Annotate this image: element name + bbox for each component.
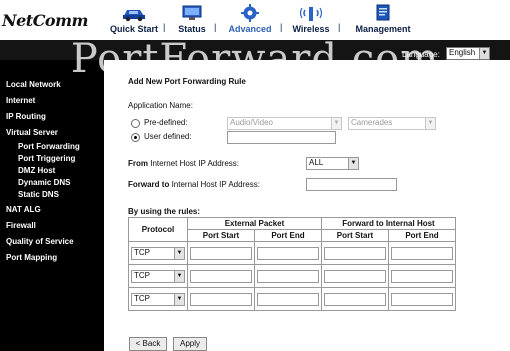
ext-port-start-input[interactable] <box>190 247 252 260</box>
predefined-category-select[interactable]: Audio/Video ▼ <box>227 117 342 130</box>
table-row: TCP ▼ <box>128 287 456 311</box>
predefined-app-select[interactable]: Camerades ▼ <box>348 117 436 130</box>
sidebar-item-port-mapping[interactable]: Port Mapping <box>6 253 57 262</box>
forward-ip-input[interactable] <box>306 178 397 191</box>
rules-table: Protocol External Packet Forward to Inte… <box>128 217 456 311</box>
nav-separator: | <box>338 22 341 32</box>
protocol-select[interactable]: TCP ▼ <box>131 247 185 260</box>
apply-button[interactable]: Apply <box>173 337 207 351</box>
monitor-icon <box>182 5 202 20</box>
internal-host-header: Forward to Internal Host <box>321 217 456 230</box>
sidebar-item-internet[interactable]: Internet <box>6 96 35 105</box>
sidebar-item-quality-of-service[interactable]: Quality of Service <box>6 237 74 246</box>
table-row: TCP ▼ <box>128 264 456 288</box>
chevron-down-icon: ▼ <box>174 248 184 259</box>
ext-port-start-input[interactable] <box>190 270 252 283</box>
back-button[interactable]: < Back <box>129 337 167 351</box>
sidebar-item-local-network[interactable]: Local Network <box>6 80 61 89</box>
nav-management[interactable]: Management <box>352 4 414 34</box>
ext-port-end-input[interactable] <box>257 293 319 306</box>
chevron-down-icon: ▼ <box>479 48 489 59</box>
int-port-start-input[interactable] <box>324 247 386 260</box>
forward-ip-label: Forward to Internal Host IP Address: <box>128 180 260 189</box>
protocol-select[interactable]: TCP ▼ <box>131 293 185 306</box>
sidebar-item-dynamic-dns[interactable]: Dynamic DNS <box>18 178 70 187</box>
chevron-down-icon: ▼ <box>425 118 435 129</box>
wireless-icon <box>299 7 323 21</box>
protocol-select[interactable]: TCP ▼ <box>131 270 185 283</box>
chevron-down-icon: ▼ <box>348 158 358 169</box>
ext-port-end-header: Port End <box>254 229 322 242</box>
user-defined-radio[interactable] <box>131 133 140 142</box>
ext-port-start-header: Port Start <box>187 229 255 242</box>
sidebar: Local Network Internet IP Routing Virtua… <box>0 60 104 351</box>
app-name-label: Application Name: <box>128 101 193 110</box>
from-ip-select[interactable]: ALL ▼ <box>306 157 359 170</box>
sidebar-item-static-dns[interactable]: Static DNS <box>18 190 59 199</box>
language-label: Language: <box>402 50 440 59</box>
sidebar-item-port-triggering[interactable]: Port Triggering <box>18 154 75 163</box>
int-port-end-input[interactable] <box>391 293 453 306</box>
nav-advanced[interactable]: Advanced <box>226 4 274 34</box>
user-defined-input[interactable] <box>227 131 336 144</box>
user-defined-label: User defined: <box>144 132 192 141</box>
table-row: TCP ▼ <box>128 241 456 265</box>
nav-wireless[interactable]: Wireless <box>291 4 331 34</box>
language-select[interactable]: English ▼ <box>446 47 490 60</box>
chevron-down-icon: ▼ <box>174 294 184 305</box>
cogwheel-icon <box>241 4 259 22</box>
int-port-end-input[interactable] <box>391 247 453 260</box>
int-port-end-input[interactable] <box>391 270 453 283</box>
chevron-down-icon: ▼ <box>174 271 184 282</box>
top-header: NetComm Quick Start | Status | Advanced <box>0 0 510 40</box>
car-icon <box>123 10 145 22</box>
sidebar-item-port-forwarding[interactable]: Port Forwarding <box>18 142 80 151</box>
ext-port-end-input[interactable] <box>257 247 319 260</box>
external-packet-header: External Packet <box>187 217 322 230</box>
nav-separator: | <box>214 22 217 32</box>
int-port-start-header: Port Start <box>321 229 389 242</box>
nav-separator: | <box>163 22 166 32</box>
predefined-label: Pre-defined: <box>144 118 188 127</box>
main-content: Add New Port Forwarding Rule Application… <box>104 60 510 351</box>
int-port-start-input[interactable] <box>324 270 386 283</box>
rules-label: By using the rules: <box>128 207 201 216</box>
nav-status[interactable]: Status <box>174 4 210 34</box>
netcomm-logo: NetComm <box>2 11 88 30</box>
chevron-down-icon: ▼ <box>331 118 341 129</box>
sidebar-item-nat-alg[interactable]: NAT ALG <box>6 205 41 214</box>
int-port-end-header: Port End <box>388 229 456 242</box>
nav-separator: | <box>280 22 283 32</box>
sidebar-item-virtual-server[interactable]: Virtual Server <box>6 128 58 137</box>
sidebar-item-ip-routing[interactable]: IP Routing <box>6 112 46 121</box>
nav-quick-start[interactable]: Quick Start <box>108 4 160 34</box>
sidebar-item-firewall[interactable]: Firewall <box>6 221 36 230</box>
document-icon <box>376 4 390 21</box>
protocol-header: Protocol <box>128 217 188 242</box>
int-port-start-input[interactable] <box>324 293 386 306</box>
page-title: Add New Port Forwarding Rule <box>128 77 246 86</box>
ext-port-start-input[interactable] <box>190 293 252 306</box>
ext-port-end-input[interactable] <box>257 270 319 283</box>
from-ip-label: From Internet Host IP Address: <box>128 159 240 168</box>
sidebar-item-dmz-host[interactable]: DMZ Host <box>18 166 55 175</box>
predefined-radio[interactable] <box>131 119 140 128</box>
